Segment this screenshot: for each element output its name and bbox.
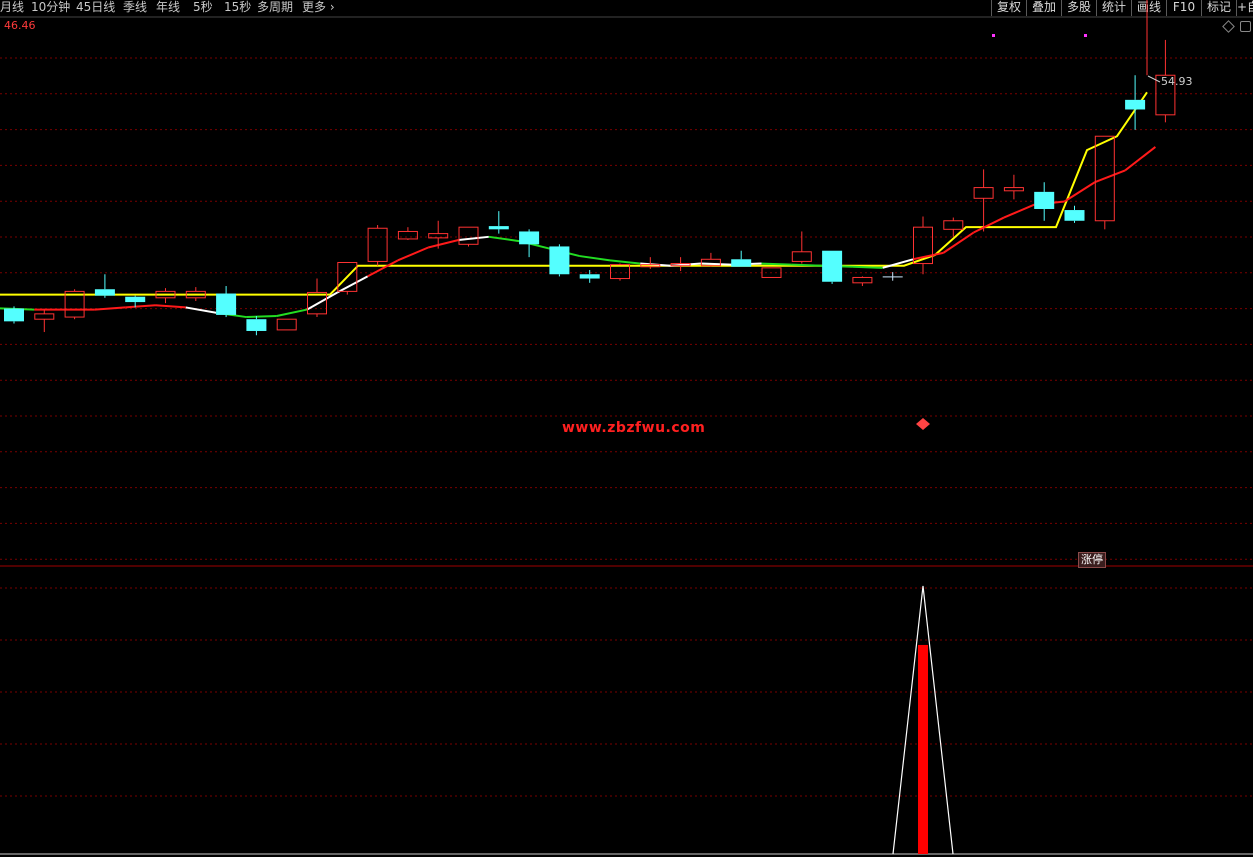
candle-body-down — [125, 296, 146, 303]
candle-body-down — [822, 250, 843, 282]
ma-segment — [791, 263, 823, 267]
candle-body-down — [549, 246, 570, 275]
ma-segment — [94, 306, 126, 311]
candle-body-down — [579, 274, 600, 279]
ma-segment — [458, 235, 489, 242]
candle-body-up — [1003, 187, 1024, 192]
candle-body-down — [94, 289, 115, 296]
ma-segment — [367, 259, 399, 278]
candle-body-up — [34, 313, 55, 320]
ma-segment — [336, 275, 369, 294]
candle-body-down — [216, 293, 237, 315]
ma-segment — [579, 255, 611, 262]
watermark-text: www.zbzfwu.com — [562, 420, 706, 436]
candle-body-up — [458, 226, 479, 245]
ma-segment — [609, 259, 641, 265]
candle-body-up — [276, 318, 297, 331]
candle-body-up — [367, 227, 388, 262]
candle-body-down — [519, 231, 540, 245]
ma-segment — [125, 304, 156, 309]
candle-body-up — [610, 264, 630, 280]
candle-body-down — [1034, 191, 1055, 209]
limit-up-badge: 涨停 — [1078, 552, 1106, 568]
ma-segment — [397, 246, 429, 262]
peak-price-label: 54.93 — [1161, 75, 1193, 88]
candle-body-up — [791, 251, 812, 262]
candle-body-down — [488, 226, 509, 230]
ma-segment — [1003, 203, 1035, 219]
candle-body-down — [1125, 99, 1146, 110]
candle-body-down — [1064, 210, 1085, 221]
candle-body-flat — [882, 276, 903, 278]
ma-segment — [488, 235, 520, 243]
ma-segment — [761, 262, 792, 266]
ma-line-yellow — [0, 91, 1148, 296]
indicator-bar — [918, 644, 928, 854]
ma-segment — [0, 307, 5, 310]
signal-marker — [916, 418, 930, 430]
candle-body-up — [973, 187, 994, 199]
ma-segment — [276, 308, 308, 317]
top-price-label: 46.46 — [4, 19, 36, 32]
candle-body-up — [943, 220, 964, 230]
ma-segment — [155, 304, 186, 309]
purple-marker — [992, 34, 995, 37]
candle-body-down — [731, 259, 752, 267]
candle-body-down — [246, 319, 267, 331]
candle-body-up — [397, 230, 418, 240]
ma-segment — [700, 262, 732, 266]
ma-segment — [1094, 169, 1126, 184]
ma-segment — [973, 216, 1005, 234]
candle-body-down — [4, 308, 24, 322]
ma-segment — [852, 265, 883, 269]
ma-segment — [1124, 146, 1157, 172]
ma-segment — [246, 314, 277, 319]
purple-marker — [1084, 34, 1087, 37]
peak-pointer — [1147, 75, 1161, 83]
window-toggle-icon[interactable] — [1240, 21, 1251, 32]
ma-segment — [1063, 181, 1096, 203]
ma-segment — [427, 239, 459, 249]
candle-body-up — [852, 276, 873, 284]
